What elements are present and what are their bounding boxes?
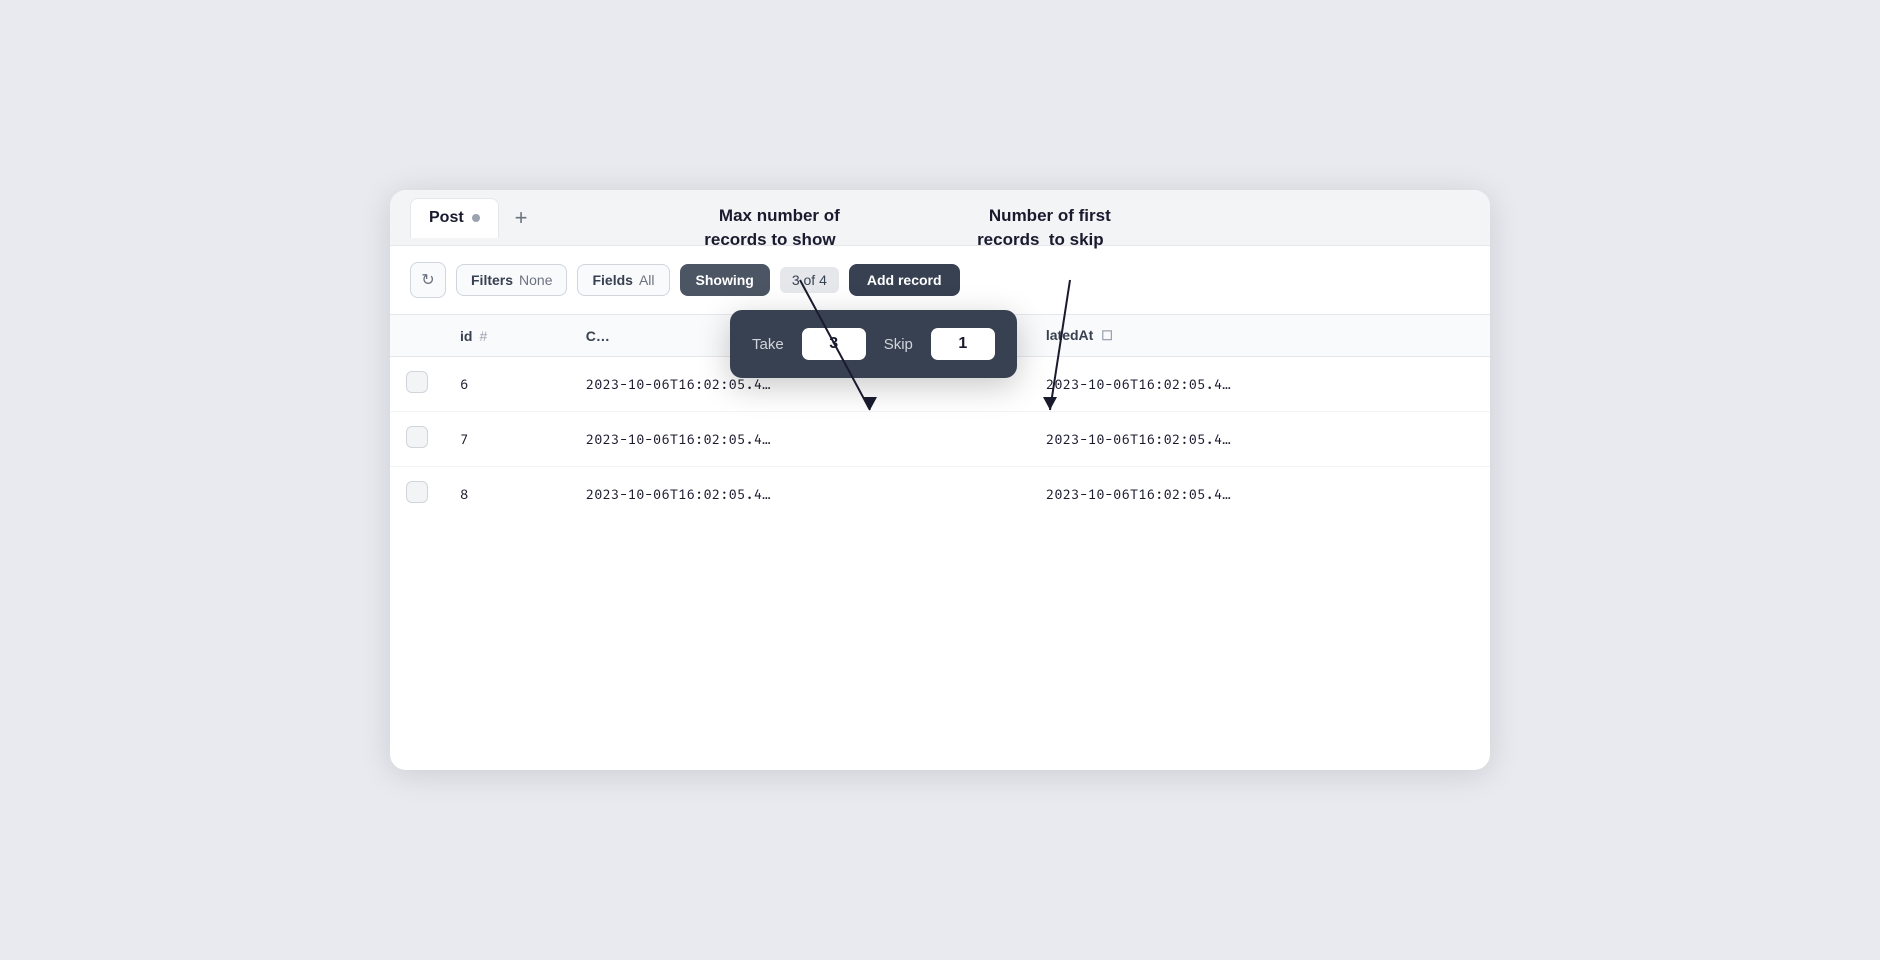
skip-input[interactable]: [931, 328, 995, 360]
showing-dropdown: Take Skip: [730, 310, 1017, 378]
filters-button[interactable]: Filters None: [456, 264, 567, 296]
add-record-button[interactable]: Add record: [849, 264, 960, 296]
filters-label: Filters: [471, 272, 513, 288]
fields-label: Fields: [592, 272, 632, 288]
refresh-icon: ↻: [421, 270, 434, 290]
tab-dot: [472, 214, 480, 222]
annotation-max-records: Max number of records to show: [700, 180, 840, 275]
row-checkbox-cell: [390, 412, 444, 467]
fields-value: All: [639, 272, 655, 288]
tab-post-label: Post: [429, 209, 464, 227]
row-checkbox-cell: [390, 467, 444, 522]
cell-id: 7: [444, 412, 570, 467]
take-label: Take: [752, 336, 784, 353]
row-checkbox-cell: [390, 357, 444, 412]
fields-button[interactable]: Fields All: [577, 264, 669, 296]
cell-updatedat: 2023-10-06T16:02:05.4…: [1030, 412, 1490, 467]
col-header-updatedat: latedAt ☐: [1030, 315, 1490, 357]
tab-bar: Post +: [390, 190, 1490, 246]
cell-createdat: 2023-10-06T16:02:05.4…: [570, 467, 1030, 522]
main-panel: Post + ↻ Filters None Fields All Showing…: [390, 190, 1490, 770]
filters-value: None: [519, 272, 552, 288]
row-checkbox[interactable]: [406, 481, 428, 503]
col-header-checkbox: [390, 315, 444, 357]
table-row: 7 2023-10-06T16:02:05.4… 2023-10-06T16:0…: [390, 412, 1490, 467]
cell-updatedat: 2023-10-06T16:02:05.4…: [1030, 357, 1490, 412]
row-checkbox[interactable]: [406, 371, 428, 393]
cell-id: 8: [444, 467, 570, 522]
table-row: 8 2023-10-06T16:02:05.4… 2023-10-06T16:0…: [390, 467, 1490, 522]
cell-id: 6: [444, 357, 570, 412]
toolbar: ↻ Filters None Fields All Showing 3 of 4…: [390, 246, 1490, 315]
row-checkbox[interactable]: [406, 426, 428, 448]
tab-post[interactable]: Post: [410, 198, 499, 238]
annotation-skip-records: Number of first records to skip: [970, 180, 1111, 275]
take-input[interactable]: [802, 328, 866, 360]
col-id-hash: #: [479, 328, 487, 344]
cell-updatedat: 2023-10-06T16:02:05.4…: [1030, 467, 1490, 522]
refresh-button[interactable]: ↻: [410, 262, 446, 298]
cell-createdat: 2023-10-06T16:02:05.4…: [570, 412, 1030, 467]
skip-label: Skip: [884, 336, 913, 353]
calendar-icon: ☐: [1101, 328, 1113, 343]
col-header-id: id #: [444, 315, 570, 357]
tab-add-button[interactable]: +: [505, 201, 538, 235]
col-id-label: id: [460, 328, 472, 344]
